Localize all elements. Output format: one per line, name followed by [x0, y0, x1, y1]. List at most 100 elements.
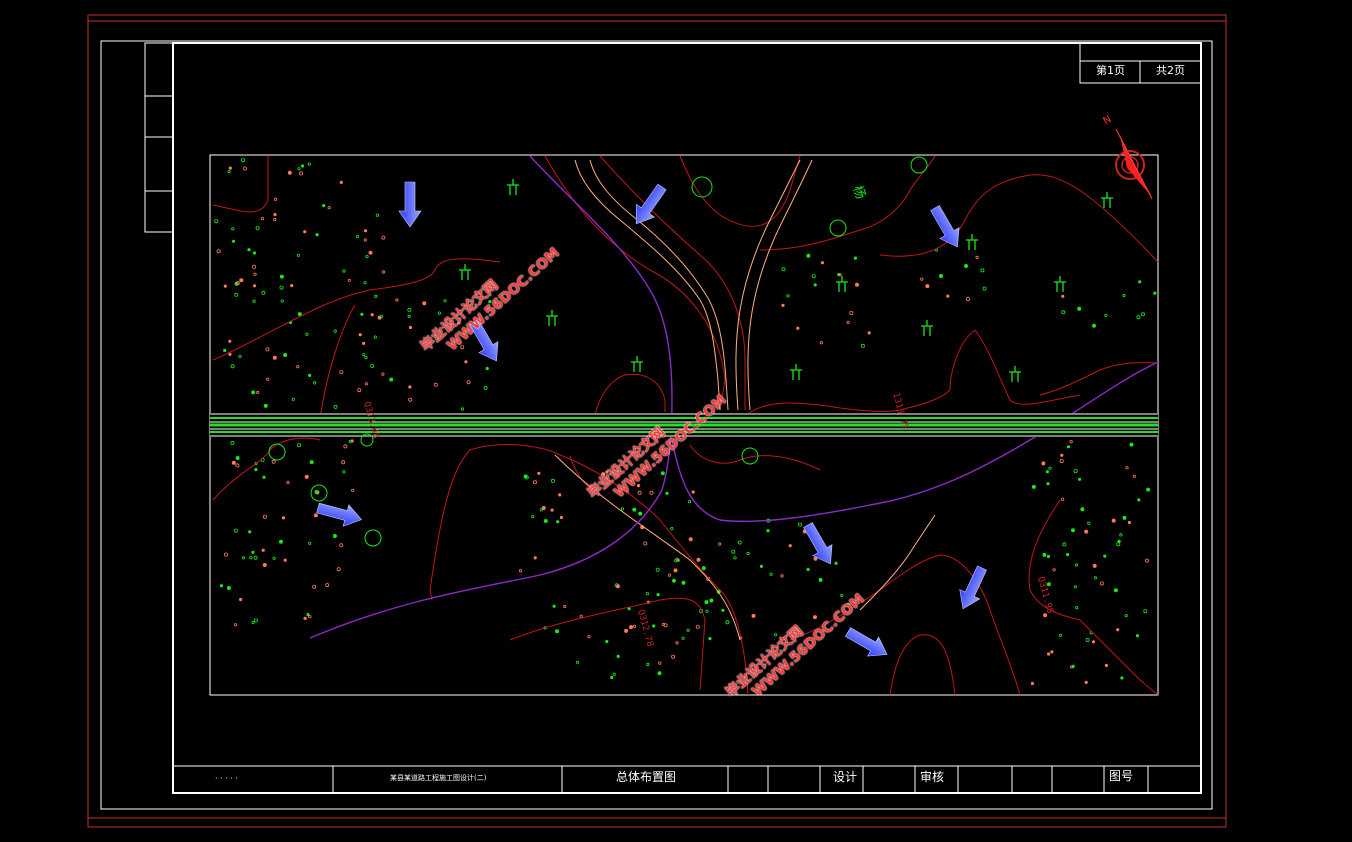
vegetation-dot [673, 568, 678, 573]
vegetation-dot [855, 282, 860, 287]
review-label: 审核 [920, 770, 945, 784]
vegetation-dot [297, 167, 301, 171]
vegetation-dot [946, 294, 950, 298]
vegetation-dot [1141, 312, 1146, 317]
vegetation-dot [241, 556, 246, 560]
vegetation-dot [733, 556, 737, 560]
vegetation-dot [253, 555, 258, 560]
vegetation-dot [975, 255, 979, 259]
vegetation-dot [231, 460, 236, 465]
vegetation-dot [681, 580, 686, 585]
vegetation-dot [1041, 461, 1046, 466]
designer-signature: · · · · · [215, 774, 238, 783]
vegetation-dot [796, 326, 800, 330]
vegetation-dot [649, 490, 654, 495]
vegetation-dot [1085, 638, 1090, 643]
vegetation-dot [704, 600, 709, 605]
vegetation-dot [255, 226, 260, 231]
vegetation-dot [235, 455, 240, 460]
vegetation-dot [686, 628, 690, 632]
vegetation-dot [233, 623, 237, 627]
vegetation-dot [925, 284, 930, 289]
shrub-icon [1054, 276, 1066, 292]
vegetation-dot [612, 672, 616, 676]
vegetation-dot [360, 312, 364, 316]
vegetation-dot [437, 311, 441, 315]
vegetation-dot [333, 404, 338, 409]
vegetation-dot [408, 385, 412, 389]
vegetation-dot [364, 355, 368, 360]
shrub-icon [790, 364, 802, 380]
vegetation-dot [370, 363, 375, 368]
vegetation-dot [305, 332, 309, 336]
vegetation-dot [1080, 507, 1085, 512]
vegetation-dot [297, 443, 302, 448]
vegetation-dot [813, 283, 817, 287]
vegetation-dot [273, 213, 277, 217]
vegetation-dot [709, 598, 714, 603]
vegetation-dot [675, 641, 679, 645]
vegetation-dot [375, 213, 379, 217]
vegetation-dot [531, 514, 535, 519]
vegetation-dot [223, 284, 227, 288]
vegetation-dot [670, 526, 674, 531]
vegetation-dot [339, 543, 344, 548]
vegetation-dot [309, 460, 314, 465]
vegetation-dot [555, 629, 560, 634]
vegetation-dot [1122, 515, 1127, 520]
vegetation-dot [214, 219, 219, 224]
page-number-box [1079, 42, 1202, 84]
vegetation-dot [315, 233, 319, 237]
vegetation-dot [271, 459, 276, 464]
vegetation-dot [313, 381, 317, 385]
vegetation-dot [262, 514, 267, 519]
vegetation-dot [252, 299, 256, 303]
vegetation-dot [1060, 453, 1064, 457]
vegetation-dot [681, 636, 685, 640]
vegetation-dot [422, 301, 427, 306]
vegetation-dot [308, 541, 312, 545]
design-label: 设计 [833, 770, 858, 784]
vegetation-dot [1103, 554, 1107, 558]
vegetation-dot [1084, 680, 1088, 685]
vegetation-dot [283, 352, 288, 357]
vegetation-dot [355, 235, 360, 239]
vegetation-dot [579, 614, 583, 618]
vegetation-dot [731, 549, 736, 554]
vegetation-dot [239, 278, 244, 283]
vegetation-dot [234, 292, 239, 297]
vegetation-dot [370, 313, 374, 317]
vegetation-dot [759, 564, 764, 569]
vegetation-dot [1071, 528, 1076, 533]
vegetation-dot [374, 294, 378, 298]
vegetation-dot [408, 325, 413, 330]
vegetation-dot [252, 251, 257, 255]
vegetation-dot [533, 480, 538, 485]
vegetation-dot [1132, 474, 1136, 478]
vegetation-dot [638, 511, 643, 516]
vegetation-dot [228, 166, 232, 170]
vegetation-dot [1062, 542, 1067, 547]
vegetation-dot [849, 310, 854, 315]
vegetation-dot [556, 520, 560, 524]
vegetation-dot [672, 578, 677, 583]
vegetation-dot [407, 307, 412, 312]
vegetation-dot [342, 470, 346, 474]
vegetation-dot [656, 592, 660, 597]
vegetation-dot [395, 298, 399, 302]
vegetation-dot [358, 333, 362, 337]
drawing-number-label: 图号 [1109, 769, 1134, 783]
vegetation-dot [314, 489, 319, 494]
vegetation-dot [1046, 482, 1050, 486]
vegetation-dot [253, 284, 257, 288]
vegetation-dot [235, 463, 240, 468]
vegetation-dot [283, 558, 287, 562]
vegetation-dot [518, 569, 523, 573]
vegetation-dot [1050, 650, 1054, 654]
vegetation-dot [1066, 445, 1071, 449]
vegetation-dot [1042, 552, 1047, 557]
vegetation-dot [365, 255, 369, 259]
vegetation-dot [239, 597, 243, 602]
vegetation-dot [1061, 294, 1065, 298]
vegetation-dot [737, 540, 742, 545]
